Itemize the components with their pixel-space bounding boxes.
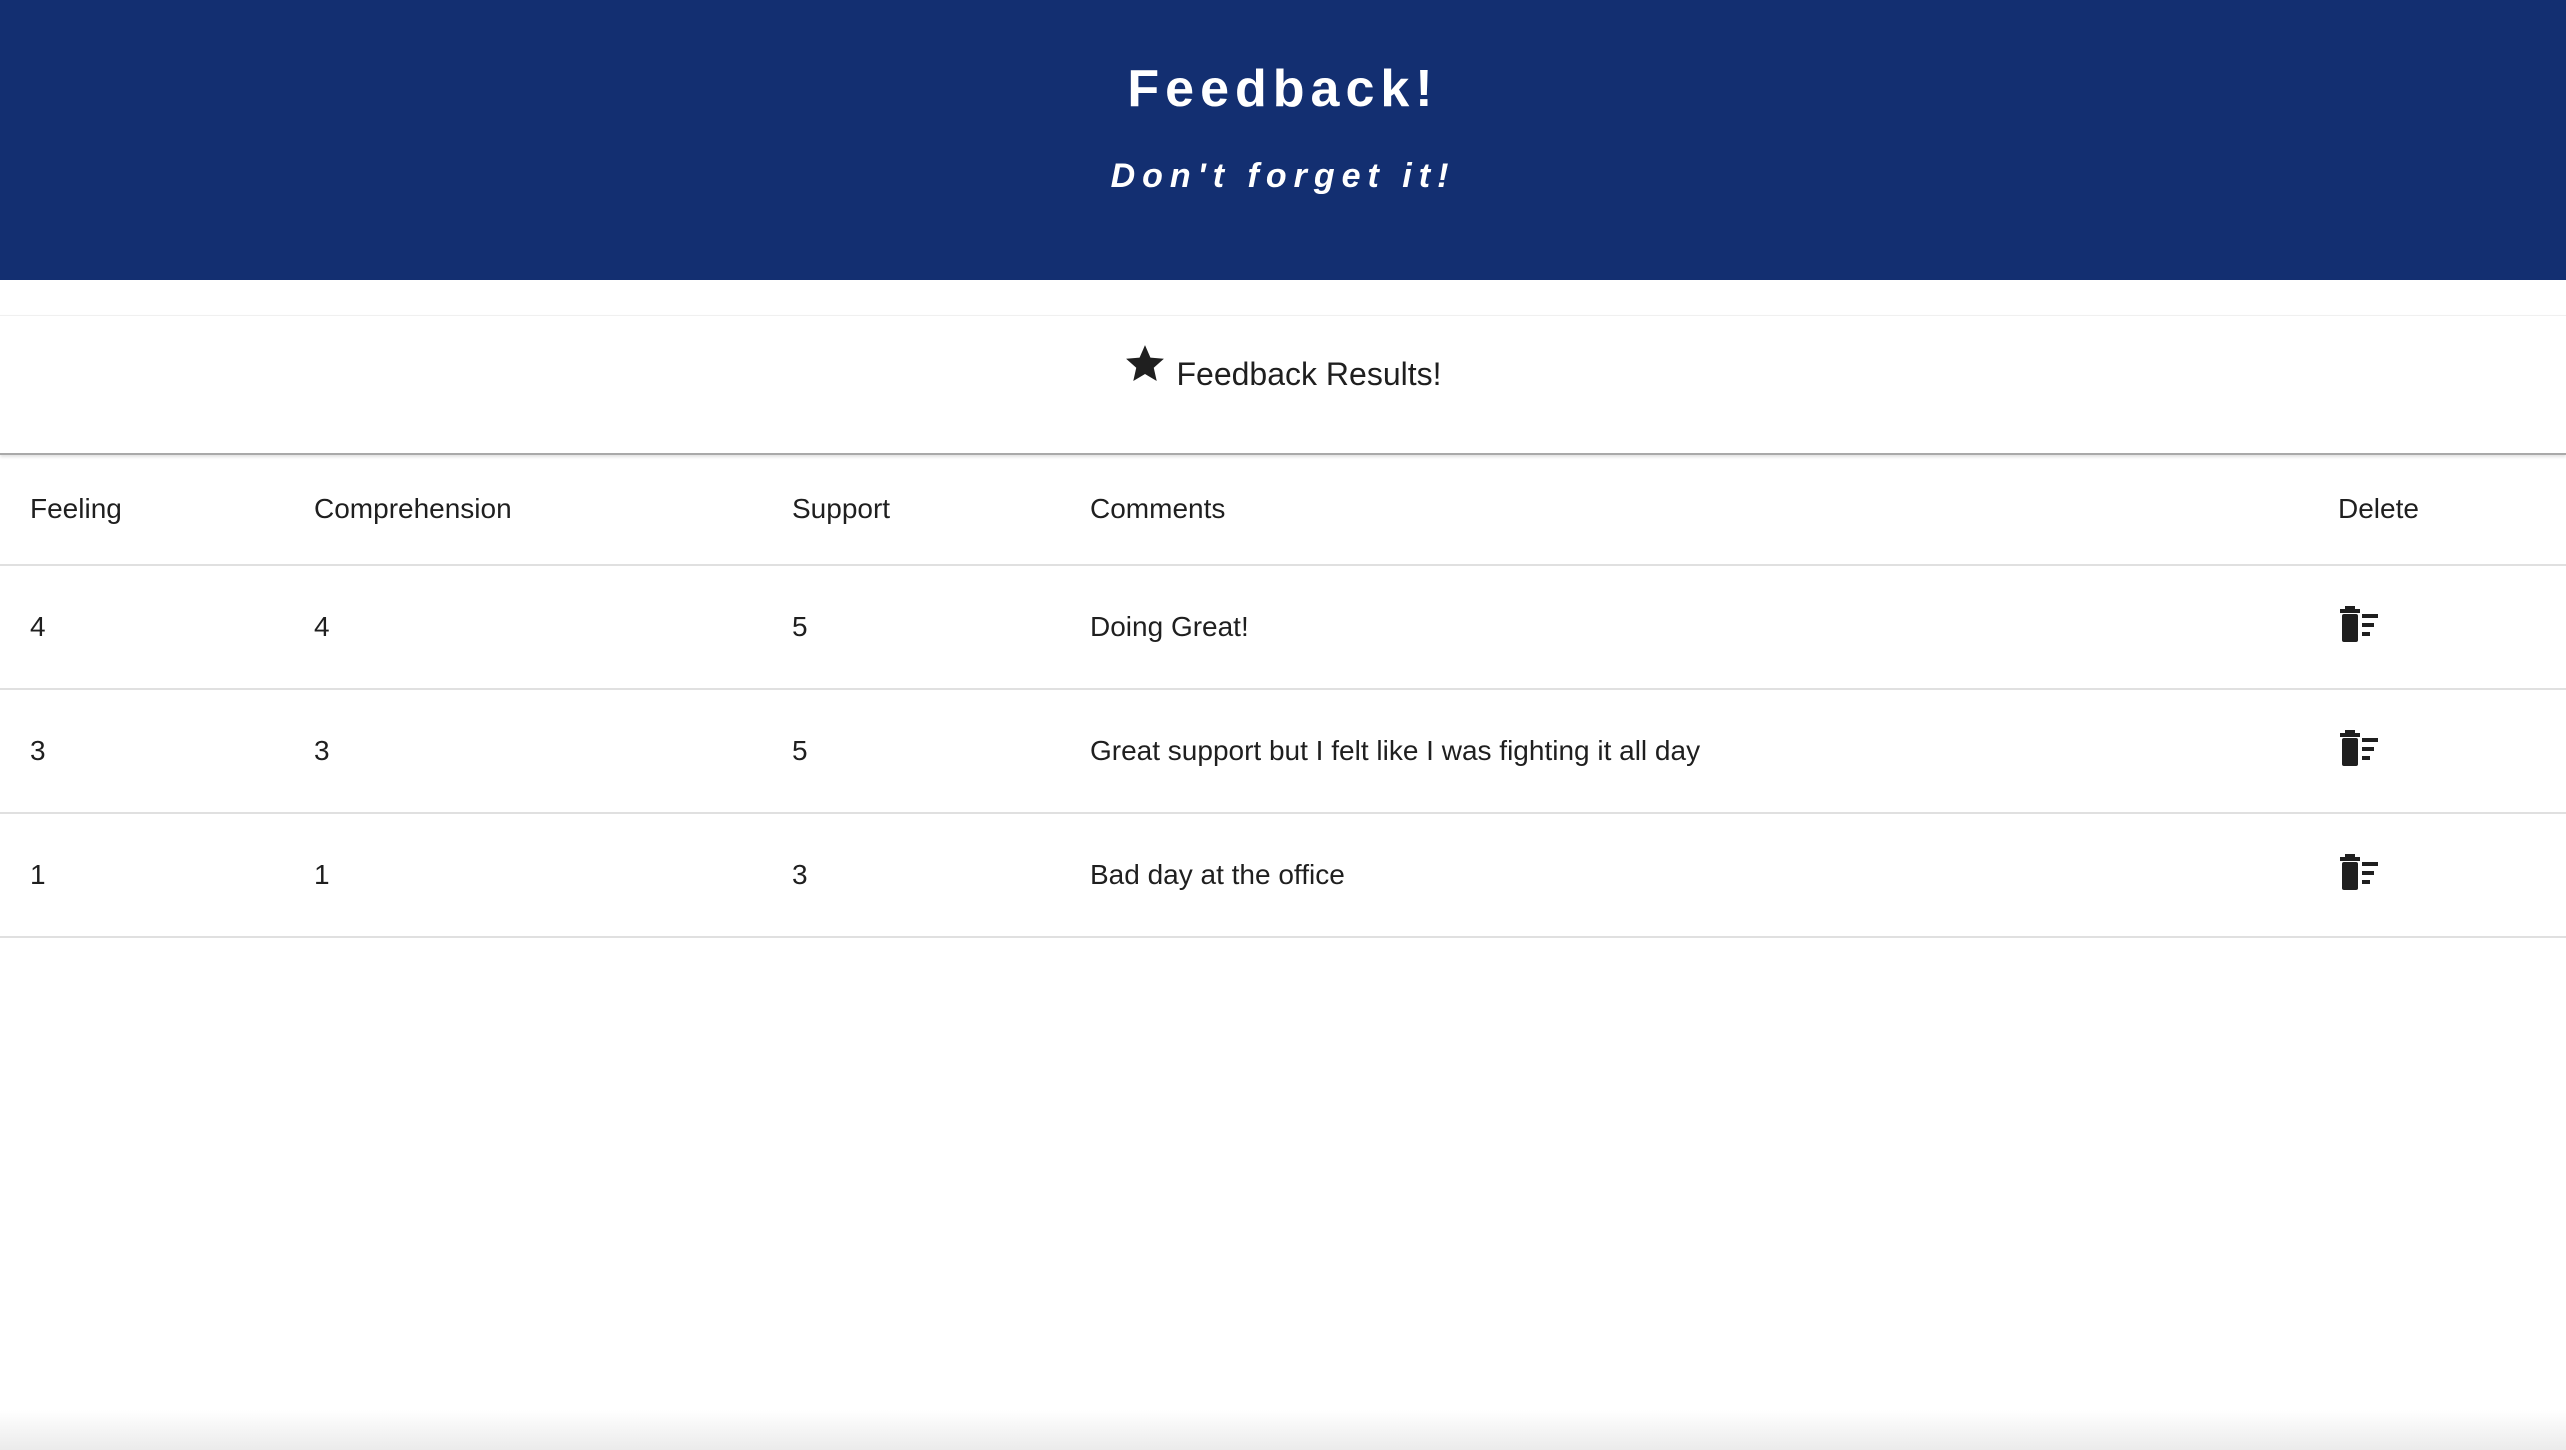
cell-comprehension: 4 xyxy=(284,565,762,690)
column-header-feeling: Feeling xyxy=(0,454,284,566)
cell-comments: Bad day at the office xyxy=(1060,813,2308,938)
cell-delete xyxy=(2308,813,2566,938)
trash-list-icon xyxy=(2340,729,2378,766)
delete-button[interactable] xyxy=(2338,853,2382,892)
cell-delete xyxy=(2308,565,2566,690)
column-header-comments: Comments xyxy=(1060,454,2308,566)
trash-list-icon xyxy=(2340,853,2378,890)
results-card-title: Feedback Results! xyxy=(1176,356,1442,392)
app-header: Feedback! Don't forget it! xyxy=(0,0,2566,280)
cell-support: 5 xyxy=(762,565,1060,690)
cell-comments: Great support but I felt like I was figh… xyxy=(1060,689,2308,814)
cell-comments: Doing Great! xyxy=(1060,565,2308,690)
bottom-shadow xyxy=(0,1410,2566,1450)
column-header-comprehension: Comprehension xyxy=(284,454,762,566)
feedback-table: Feeling Comprehension Support Comments D… xyxy=(0,454,2566,938)
cell-support: 3 xyxy=(762,813,1060,938)
delete-button[interactable] xyxy=(2338,729,2382,768)
column-header-support: Support xyxy=(762,454,1060,566)
results-card: Feedback Results! xyxy=(0,315,2566,455)
star-icon xyxy=(1126,345,1165,382)
column-header-delete: Delete xyxy=(2308,454,2566,566)
table-header-row: Feeling Comprehension Support Comments D… xyxy=(0,454,2566,566)
cell-feeling: 4 xyxy=(0,565,284,690)
table-row: 3 3 5 Great support but I felt like I wa… xyxy=(0,689,2566,814)
table-row: 4 4 5 Doing Great! xyxy=(0,565,2566,690)
app-title: Feedback! xyxy=(1127,60,1439,118)
trash-list-icon xyxy=(2340,605,2378,642)
table-row: 1 1 3 Bad day at the office xyxy=(0,813,2566,938)
cell-comprehension: 1 xyxy=(284,813,762,938)
app-subtitle: Don't forget it! xyxy=(1110,157,1456,195)
cell-delete xyxy=(2308,689,2566,814)
cell-feeling: 1 xyxy=(0,813,284,938)
cell-support: 5 xyxy=(762,689,1060,814)
delete-button[interactable] xyxy=(2338,605,2382,644)
cell-comprehension: 3 xyxy=(284,689,762,814)
results-card-heading: Feedback Results! xyxy=(0,345,2566,396)
cell-feeling: 3 xyxy=(0,689,284,814)
